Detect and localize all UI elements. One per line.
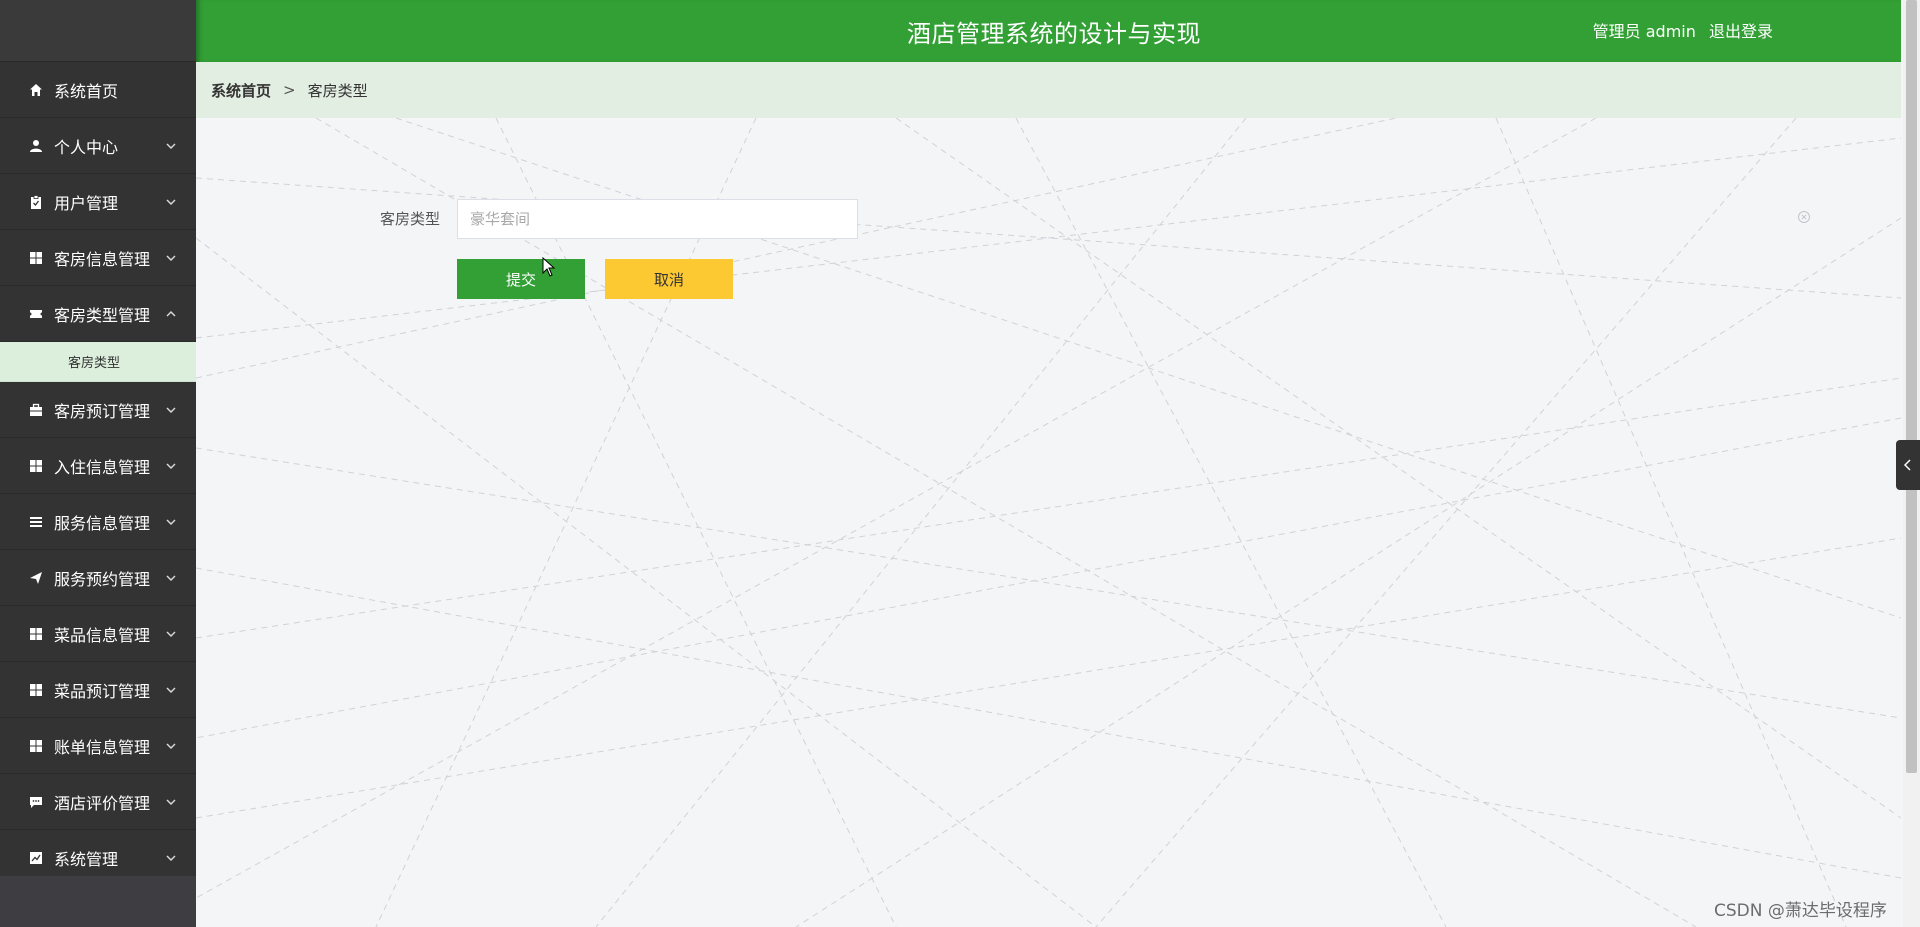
sidebar-item-bill-info[interactable]: 账单信息管理 xyxy=(0,718,196,774)
chevron-down-icon xyxy=(166,799,176,805)
header-user-area: 管理员 admin 退出登录 xyxy=(1585,18,1773,42)
sidebar-item-service-appointment[interactable]: 服务预约管理 xyxy=(0,550,196,606)
sidebar-item-label: 服务信息管理 xyxy=(54,513,151,533)
breadcrumb: 系统首页 > 客房类型 xyxy=(196,62,1901,118)
chevron-down-icon xyxy=(166,743,176,749)
sidebar-item-label: 菜品预订管理 xyxy=(54,681,151,701)
submit-button[interactable]: 提交 xyxy=(457,259,585,299)
breadcrumb-separator: > xyxy=(283,81,296,99)
sidebar-item-label: 服务预约管理 xyxy=(54,569,151,589)
grid-icon xyxy=(28,458,44,474)
sidebar-item-label: 菜品信息管理 xyxy=(54,625,151,645)
sidebar-item-room-info[interactable]: 客房信息管理 xyxy=(0,230,196,286)
chat-icon xyxy=(28,794,44,810)
close-circle-icon[interactable] xyxy=(1797,210,1811,224)
chevron-down-icon xyxy=(166,519,176,525)
sidebar-item-label: 客房信息管理 xyxy=(54,249,151,269)
scrollbar-thumb[interactable] xyxy=(1906,0,1917,773)
breadcrumb-current: 客房类型 xyxy=(307,81,368,100)
background-pattern xyxy=(196,118,1901,927)
sidebar-item-label: 客房预订管理 xyxy=(54,401,151,421)
briefcase-icon xyxy=(28,402,44,418)
sidebar-item-label: 用户管理 xyxy=(54,193,119,213)
grid-icon xyxy=(28,626,44,642)
chart-icon xyxy=(28,850,44,866)
ticket-icon xyxy=(28,306,44,322)
list-icon xyxy=(28,514,44,530)
sidebar-item-label: 账单信息管理 xyxy=(54,737,151,757)
grid-icon xyxy=(28,250,44,266)
grid-icon xyxy=(28,738,44,754)
chevron-down-icon xyxy=(166,575,176,581)
sidebar-footer xyxy=(0,876,196,927)
sidebar-item-label: 客房类型管理 xyxy=(54,305,151,325)
top-header: 酒店管理系统的设计与实现 管理员 admin 退出登录 xyxy=(196,0,1901,62)
sidebar-item-label: 酒店评价管理 xyxy=(54,793,151,813)
sidebar-item-user-management[interactable]: 用户管理 xyxy=(0,174,196,230)
chevron-left-icon xyxy=(1903,459,1911,471)
chevron-down-icon xyxy=(166,855,176,861)
sidebar-subitem-label: 客房类型 xyxy=(68,356,121,371)
breadcrumb-home[interactable]: 系统首页 xyxy=(211,80,271,101)
sidebar-menu: 系统首页 个人中心 用户管理 客房信息管理 客房类型管理 客房类型 客房预订管理… xyxy=(0,62,196,886)
room-type-input[interactable] xyxy=(457,199,858,239)
sidebar-item-personal-center[interactable]: 个人中心 xyxy=(0,118,196,174)
sidebar-item-checkin-info[interactable]: 入住信息管理 xyxy=(0,438,196,494)
side-panel-toggle[interactable] xyxy=(1896,440,1920,490)
sidebar-item-label: 系统管理 xyxy=(54,849,119,869)
sidebar-item-service-info[interactable]: 服务信息管理 xyxy=(0,494,196,550)
mouse-cursor-icon xyxy=(542,257,556,277)
clipboard-icon xyxy=(28,194,44,210)
sidebar-item-home[interactable]: 系统首页 xyxy=(0,62,196,118)
watermark-text: CSDN @萧达毕设程序 xyxy=(1714,901,1887,921)
send-icon xyxy=(28,570,44,586)
room-type-label: 客房类型 xyxy=(380,210,441,228)
chevron-down-icon xyxy=(166,631,176,637)
chevron-down-icon xyxy=(166,143,176,149)
chevron-down-icon xyxy=(166,463,176,469)
sidebar-item-label: 个人中心 xyxy=(54,137,119,157)
cancel-button[interactable]: 取消 xyxy=(605,259,733,299)
chevron-down-icon xyxy=(166,199,176,205)
home-icon xyxy=(28,82,44,98)
sidebar-item-label: 入住信息管理 xyxy=(54,457,151,477)
user-icon xyxy=(28,138,44,154)
chevron-down-icon xyxy=(166,407,176,413)
sidebar-item-room-type-management[interactable]: 客房类型管理 xyxy=(0,286,196,342)
sidebar-item-dish-info[interactable]: 菜品信息管理 xyxy=(0,606,196,662)
grid-icon xyxy=(28,682,44,698)
sidebar: 系统首页 个人中心 用户管理 客房信息管理 客房类型管理 客房类型 客房预订管理… xyxy=(0,0,196,927)
sidebar-item-hotel-review[interactable]: 酒店评价管理 xyxy=(0,774,196,830)
chevron-up-icon xyxy=(166,310,176,316)
chevron-down-icon xyxy=(166,687,176,693)
sidebar-subitem-room-type[interactable]: 客房类型 xyxy=(0,342,196,382)
sidebar-item-room-booking[interactable]: 客房预订管理 xyxy=(0,382,196,438)
admin-username: 管理员 admin xyxy=(1592,22,1696,41)
chevron-down-icon xyxy=(166,255,176,261)
sidebar-logo-area xyxy=(0,0,196,62)
logout-link[interactable]: 退出登录 xyxy=(1709,22,1773,41)
sidebar-item-label: 系统首页 xyxy=(54,81,119,101)
sidebar-item-dish-booking[interactable]: 菜品预订管理 xyxy=(0,662,196,718)
